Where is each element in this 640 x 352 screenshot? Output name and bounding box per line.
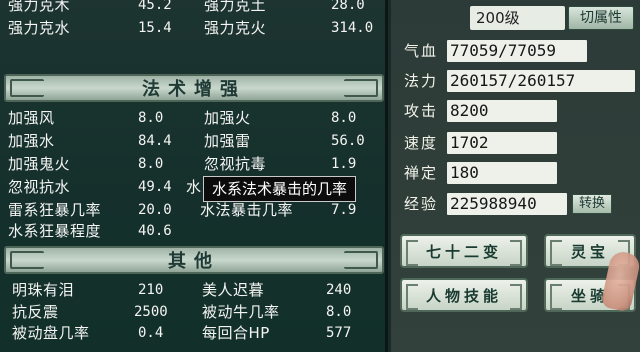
stat-label: 加强雷 <box>204 132 251 150</box>
stat-value: 49.4 <box>138 179 172 195</box>
stat-label: 强力克木 <box>8 0 71 14</box>
other-section-header: 其他 <box>4 246 384 274</box>
stat-tooltip: 水系法术暴击的几率 <box>203 176 357 202</box>
stat-row: 水系狂暴程度 40.6 <box>0 221 388 241</box>
stat-row: 加强水 84.4 加强雷 56.0 <box>0 131 388 151</box>
level-display: 200级 <box>470 6 565 30</box>
attr-value-hp: 77059/77059 <box>447 40 587 62</box>
stat-label: 水系狂暴程度 <box>8 222 102 240</box>
stat-label: 忽视抗水 <box>8 178 71 196</box>
stat-label: 强力克火 <box>204 19 267 37</box>
stat-label: 水 <box>186 178 202 196</box>
stat-value: 8.0 <box>331 110 357 126</box>
ornament-icon <box>10 79 44 97</box>
stat-label: 被动盘几率 <box>12 324 90 342</box>
stat-row: 被动盘几率 0.4 每回合HP 577 <box>0 323 388 343</box>
attr-value-attack: 8200 <box>447 100 557 122</box>
stat-value: 8.0 <box>138 110 164 126</box>
stat-value: 210 <box>138 282 164 298</box>
attr-label-attack: 攻击 <box>404 102 439 120</box>
stat-label: 加强水 <box>8 132 55 150</box>
stat-label: 被动牛几率 <box>202 303 280 321</box>
attr-value-speed: 1702 <box>447 132 557 154</box>
stat-row: 加强风 8.0 加强火 8.0 <box>0 108 388 128</box>
stat-label: 加强鬼火 <box>8 155 71 173</box>
attr-label-hp: 气血 <box>404 42 439 60</box>
stat-row: 加强鬼火 8.0 忽视抗毒 1.9 <box>0 154 388 174</box>
ornament-icon <box>344 251 378 269</box>
stat-label: 雷系狂暴几率 <box>8 201 102 219</box>
stat-label: 明珠有泪 <box>12 281 75 299</box>
stat-value: 15.4 <box>138 20 172 36</box>
attr-value-zen: 180 <box>447 162 557 184</box>
stat-label: 强力克土 <box>204 0 267 14</box>
stat-label: 强力克水 <box>8 19 71 37</box>
attr-label-exp: 经验 <box>404 195 439 213</box>
seventy-two-transformations-button[interactable]: 七十二变 <box>400 234 528 268</box>
stat-value: 45.2 <box>138 0 172 13</box>
stat-row: 强力克木 45.2 强力克土 28.0 <box>0 0 388 15</box>
stat-value: 40.6 <box>138 223 172 239</box>
stat-value: 7.9 <box>331 202 357 218</box>
stat-row: 明珠有泪 210 美人迟暮 240 <box>0 280 388 300</box>
section-title: 其他 <box>168 251 220 272</box>
stat-value: 20.0 <box>138 202 172 218</box>
stat-value: 8.0 <box>326 304 352 320</box>
stat-label: 美人迟暮 <box>202 281 265 299</box>
attr-label-mp: 法力 <box>404 72 439 90</box>
stat-value: 8.0 <box>138 156 164 172</box>
character-skills-button[interactable]: 人物技能 <box>400 278 528 312</box>
stat-label: 每回合HP <box>202 324 270 342</box>
attr-value-mp: 260157/260157 <box>447 70 635 92</box>
stat-value: 84.4 <box>138 133 172 149</box>
stat-label: 抗反震 <box>12 303 59 321</box>
attr-label-speed: 速度 <box>404 134 439 152</box>
stat-value: 2500 <box>134 304 168 320</box>
stat-row: 雷系狂暴几率 20.0 水法暴击几率 7.9 <box>0 200 388 220</box>
stat-value: 28.0 <box>331 0 365 13</box>
ornament-icon <box>10 251 44 269</box>
ornament-icon <box>344 79 378 97</box>
switch-attributes-button[interactable]: 切属性 <box>568 6 634 30</box>
magic-section-header: 法术增强 <box>4 74 384 102</box>
stat-row: 强力克水 15.4 强力克火 314.0 <box>0 18 388 38</box>
stat-row: 抗反震 2500 被动牛几率 8.0 <box>0 302 388 322</box>
attr-label-zen: 禅定 <box>404 164 439 182</box>
stat-label: 加强风 <box>8 109 55 127</box>
stat-value: 577 <box>326 325 352 341</box>
exchange-button[interactable]: 转换 <box>572 194 612 214</box>
stat-value: 240 <box>326 282 352 298</box>
stat-label: 水法暴击几率 <box>200 201 294 219</box>
stat-label: 忽视抗毒 <box>204 155 267 173</box>
attr-value-exp: 225988940 <box>447 193 567 215</box>
stat-value: 1.9 <box>331 156 357 172</box>
stat-value: 56.0 <box>331 133 365 149</box>
section-title: 法术增强 <box>142 79 246 100</box>
stat-label: 加强火 <box>204 109 251 127</box>
stat-value: 314.0 <box>331 20 374 36</box>
stat-value: 0.4 <box>138 325 164 341</box>
